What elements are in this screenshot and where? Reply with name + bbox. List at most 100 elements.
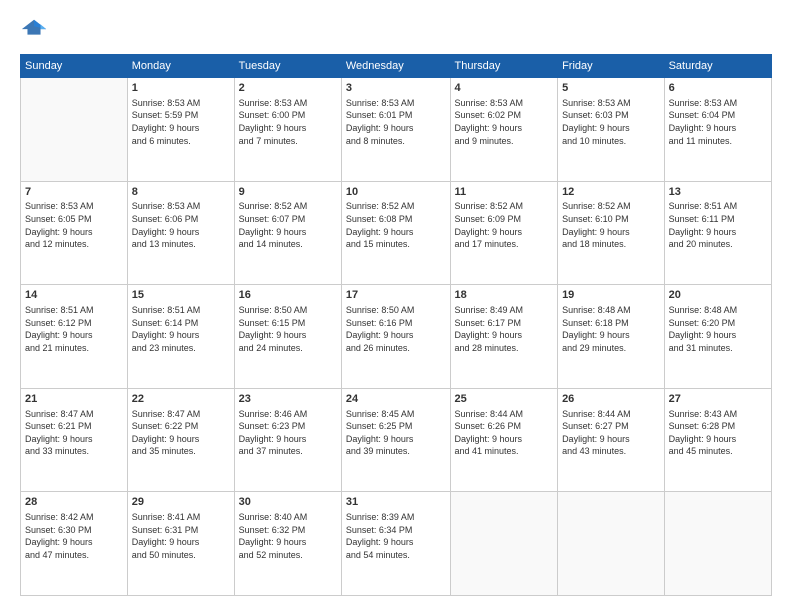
day-cell: 7Sunrise: 8:53 AM Sunset: 6:05 PM Daylig… <box>21 181 128 285</box>
day-cell: 14Sunrise: 8:51 AM Sunset: 6:12 PM Dayli… <box>21 285 128 389</box>
day-cell: 19Sunrise: 8:48 AM Sunset: 6:18 PM Dayli… <box>558 285 665 389</box>
day-cell: 22Sunrise: 8:47 AM Sunset: 6:22 PM Dayli… <box>127 388 234 492</box>
day-number: 12 <box>562 185 660 200</box>
day-info: Sunrise: 8:47 AM Sunset: 6:22 PM Dayligh… <box>132 408 230 458</box>
header <box>20 16 772 44</box>
day-cell: 16Sunrise: 8:50 AM Sunset: 6:15 PM Dayli… <box>234 285 341 389</box>
day-number: 5 <box>562 81 660 96</box>
day-info: Sunrise: 8:46 AM Sunset: 6:23 PM Dayligh… <box>239 408 337 458</box>
day-cell: 6Sunrise: 8:53 AM Sunset: 6:04 PM Daylig… <box>664 78 771 182</box>
logo <box>20 16 52 44</box>
day-number: 6 <box>669 81 767 96</box>
day-cell: 18Sunrise: 8:49 AM Sunset: 6:17 PM Dayli… <box>450 285 558 389</box>
day-info: Sunrise: 8:45 AM Sunset: 6:25 PM Dayligh… <box>346 408 446 458</box>
day-cell: 11Sunrise: 8:52 AM Sunset: 6:09 PM Dayli… <box>450 181 558 285</box>
day-cell: 23Sunrise: 8:46 AM Sunset: 6:23 PM Dayli… <box>234 388 341 492</box>
day-number: 9 <box>239 185 337 200</box>
week-row-4: 21Sunrise: 8:47 AM Sunset: 6:21 PM Dayli… <box>21 388 772 492</box>
day-number: 11 <box>455 185 554 200</box>
day-number: 21 <box>25 392 123 407</box>
day-info: Sunrise: 8:50 AM Sunset: 6:16 PM Dayligh… <box>346 304 446 354</box>
day-cell: 1Sunrise: 8:53 AM Sunset: 5:59 PM Daylig… <box>127 78 234 182</box>
day-number: 2 <box>239 81 337 96</box>
day-number: 16 <box>239 288 337 303</box>
day-cell: 31Sunrise: 8:39 AM Sunset: 6:34 PM Dayli… <box>341 492 450 596</box>
calendar-page: SundayMondayTuesdayWednesdayThursdayFrid… <box>0 0 792 612</box>
day-info: Sunrise: 8:52 AM Sunset: 6:09 PM Dayligh… <box>455 200 554 250</box>
day-number: 4 <box>455 81 554 96</box>
day-cell: 28Sunrise: 8:42 AM Sunset: 6:30 PM Dayli… <box>21 492 128 596</box>
day-number: 31 <box>346 495 446 510</box>
day-info: Sunrise: 8:48 AM Sunset: 6:20 PM Dayligh… <box>669 304 767 354</box>
day-cell: 29Sunrise: 8:41 AM Sunset: 6:31 PM Dayli… <box>127 492 234 596</box>
weekday-header-wednesday: Wednesday <box>341 55 450 78</box>
weekday-header-tuesday: Tuesday <box>234 55 341 78</box>
day-cell: 13Sunrise: 8:51 AM Sunset: 6:11 PM Dayli… <box>664 181 771 285</box>
day-cell: 4Sunrise: 8:53 AM Sunset: 6:02 PM Daylig… <box>450 78 558 182</box>
day-number: 8 <box>132 185 230 200</box>
day-info: Sunrise: 8:53 AM Sunset: 6:03 PM Dayligh… <box>562 97 660 147</box>
day-info: Sunrise: 8:51 AM Sunset: 6:11 PM Dayligh… <box>669 200 767 250</box>
day-cell: 15Sunrise: 8:51 AM Sunset: 6:14 PM Dayli… <box>127 285 234 389</box>
day-number: 28 <box>25 495 123 510</box>
day-info: Sunrise: 8:48 AM Sunset: 6:18 PM Dayligh… <box>562 304 660 354</box>
day-info: Sunrise: 8:44 AM Sunset: 6:26 PM Dayligh… <box>455 408 554 458</box>
day-number: 17 <box>346 288 446 303</box>
day-cell: 9Sunrise: 8:52 AM Sunset: 6:07 PM Daylig… <box>234 181 341 285</box>
day-info: Sunrise: 8:41 AM Sunset: 6:31 PM Dayligh… <box>132 511 230 561</box>
day-number: 24 <box>346 392 446 407</box>
week-row-2: 7Sunrise: 8:53 AM Sunset: 6:05 PM Daylig… <box>21 181 772 285</box>
calendar-table: SundayMondayTuesdayWednesdayThursdayFrid… <box>20 54 772 596</box>
day-number: 10 <box>346 185 446 200</box>
day-cell: 17Sunrise: 8:50 AM Sunset: 6:16 PM Dayli… <box>341 285 450 389</box>
day-number: 1 <box>132 81 230 96</box>
day-number: 14 <box>25 288 123 303</box>
day-cell: 25Sunrise: 8:44 AM Sunset: 6:26 PM Dayli… <box>450 388 558 492</box>
weekday-header-thursday: Thursday <box>450 55 558 78</box>
day-cell: 26Sunrise: 8:44 AM Sunset: 6:27 PM Dayli… <box>558 388 665 492</box>
week-row-5: 28Sunrise: 8:42 AM Sunset: 6:30 PM Dayli… <box>21 492 772 596</box>
day-number: 13 <box>669 185 767 200</box>
day-number: 26 <box>562 392 660 407</box>
day-info: Sunrise: 8:53 AM Sunset: 6:02 PM Dayligh… <box>455 97 554 147</box>
day-info: Sunrise: 8:42 AM Sunset: 6:30 PM Dayligh… <box>25 511 123 561</box>
day-info: Sunrise: 8:51 AM Sunset: 6:12 PM Dayligh… <box>25 304 123 354</box>
day-info: Sunrise: 8:53 AM Sunset: 6:01 PM Dayligh… <box>346 97 446 147</box>
day-info: Sunrise: 8:52 AM Sunset: 6:10 PM Dayligh… <box>562 200 660 250</box>
day-number: 22 <box>132 392 230 407</box>
day-info: Sunrise: 8:47 AM Sunset: 6:21 PM Dayligh… <box>25 408 123 458</box>
day-number: 19 <box>562 288 660 303</box>
day-cell <box>664 492 771 596</box>
day-info: Sunrise: 8:52 AM Sunset: 6:07 PM Dayligh… <box>239 200 337 250</box>
day-info: Sunrise: 8:50 AM Sunset: 6:15 PM Dayligh… <box>239 304 337 354</box>
weekday-header-sunday: Sunday <box>21 55 128 78</box>
day-info: Sunrise: 8:53 AM Sunset: 5:59 PM Dayligh… <box>132 97 230 147</box>
logo-icon <box>20 16 48 44</box>
day-number: 7 <box>25 185 123 200</box>
day-number: 23 <box>239 392 337 407</box>
day-cell: 20Sunrise: 8:48 AM Sunset: 6:20 PM Dayli… <box>664 285 771 389</box>
day-number: 3 <box>346 81 446 96</box>
day-info: Sunrise: 8:49 AM Sunset: 6:17 PM Dayligh… <box>455 304 554 354</box>
day-cell: 10Sunrise: 8:52 AM Sunset: 6:08 PM Dayli… <box>341 181 450 285</box>
day-number: 18 <box>455 288 554 303</box>
day-info: Sunrise: 8:53 AM Sunset: 6:00 PM Dayligh… <box>239 97 337 147</box>
day-number: 20 <box>669 288 767 303</box>
day-cell: 5Sunrise: 8:53 AM Sunset: 6:03 PM Daylig… <box>558 78 665 182</box>
day-cell <box>450 492 558 596</box>
day-cell: 30Sunrise: 8:40 AM Sunset: 6:32 PM Dayli… <box>234 492 341 596</box>
day-info: Sunrise: 8:53 AM Sunset: 6:05 PM Dayligh… <box>25 200 123 250</box>
weekday-header-saturday: Saturday <box>664 55 771 78</box>
day-cell: 27Sunrise: 8:43 AM Sunset: 6:28 PM Dayli… <box>664 388 771 492</box>
day-cell <box>21 78 128 182</box>
day-number: 29 <box>132 495 230 510</box>
day-number: 27 <box>669 392 767 407</box>
day-number: 30 <box>239 495 337 510</box>
weekday-header-row: SundayMondayTuesdayWednesdayThursdayFrid… <box>21 55 772 78</box>
day-info: Sunrise: 8:43 AM Sunset: 6:28 PM Dayligh… <box>669 408 767 458</box>
day-info: Sunrise: 8:52 AM Sunset: 6:08 PM Dayligh… <box>346 200 446 250</box>
week-row-3: 14Sunrise: 8:51 AM Sunset: 6:12 PM Dayli… <box>21 285 772 389</box>
day-number: 15 <box>132 288 230 303</box>
week-row-1: 1Sunrise: 8:53 AM Sunset: 5:59 PM Daylig… <box>21 78 772 182</box>
weekday-header-friday: Friday <box>558 55 665 78</box>
